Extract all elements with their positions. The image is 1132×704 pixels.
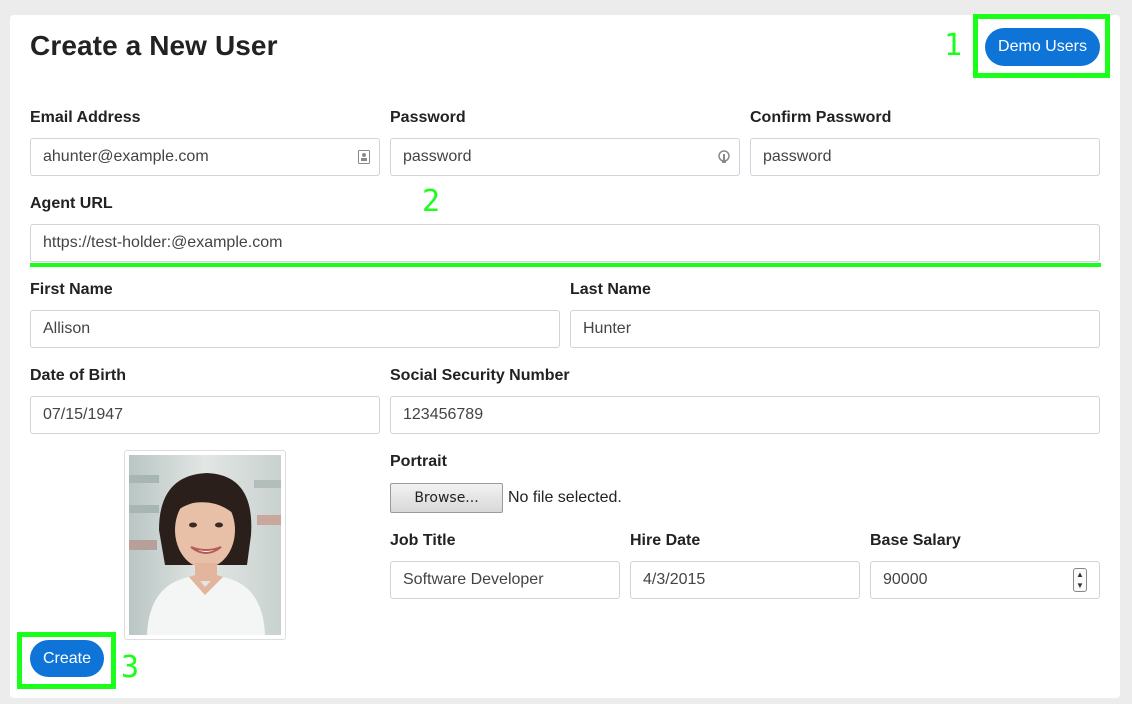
job-title-label: Job Title <box>390 532 456 549</box>
job-title-field[interactable] <box>390 561 620 599</box>
annotation-marker-2: 2 <box>422 184 441 219</box>
avatar-photo <box>129 455 281 635</box>
base-salary-label: Base Salary <box>870 532 961 549</box>
page-title: Create a New User <box>30 30 278 61</box>
first-name-label: First Name <box>30 281 113 298</box>
spinner-down-icon[interactable]: ▼ <box>1076 581 1084 590</box>
file-status-text: No file selected. <box>508 489 622 506</box>
spinner-up-icon[interactable]: ▲ <box>1076 570 1084 579</box>
ssn-field[interactable] <box>390 396 1100 434</box>
create-button[interactable]: Create <box>30 640 104 677</box>
annotation-marker-3: 3 <box>121 650 140 685</box>
email-field[interactable] <box>30 138 380 176</box>
confirm-password-label: Confirm Password <box>750 109 892 126</box>
base-salary-field[interactable] <box>870 561 1100 599</box>
dob-label: Date of Birth <box>30 367 126 384</box>
last-name-field[interactable] <box>570 310 1100 348</box>
password-field[interactable] <box>390 138 740 176</box>
agent-url-field[interactable] <box>30 224 1100 262</box>
ssn-label: Social Security Number <box>390 367 570 384</box>
email-label: Email Address <box>30 109 141 126</box>
hire-date-label: Hire Date <box>630 532 701 549</box>
browse-button[interactable]: Browse... <box>390 483 503 513</box>
hire-date-field[interactable] <box>630 561 860 599</box>
spinner-icon[interactable]: ▲ ▼ <box>1073 568 1087 592</box>
portrait-image-frame <box>124 450 286 640</box>
highlight-underline-2 <box>30 263 1101 267</box>
demo-users-button[interactable]: Demo Users <box>985 28 1100 66</box>
confirm-password-field[interactable] <box>750 138 1100 176</box>
password-label: Password <box>390 109 466 126</box>
key-icon <box>716 149 732 165</box>
agent-url-label: Agent URL <box>30 195 113 212</box>
dob-field[interactable] <box>30 396 380 434</box>
annotation-marker-1: 1 <box>944 28 963 63</box>
contact-card-icon <box>356 149 372 165</box>
last-name-label: Last Name <box>570 281 651 298</box>
first-name-field[interactable] <box>30 310 560 348</box>
portrait-label: Portrait <box>390 453 447 470</box>
